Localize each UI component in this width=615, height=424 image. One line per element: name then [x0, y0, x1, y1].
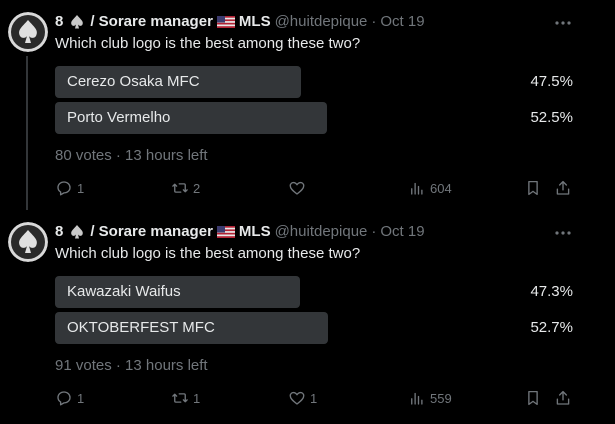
- like-button[interactable]: 1: [288, 388, 317, 408]
- poll-option-label: Porto Vermelho: [67, 109, 171, 126]
- repost-button[interactable]: 1: [171, 388, 200, 408]
- views-button[interactable]: 604: [408, 178, 452, 198]
- repost-count: 2: [193, 180, 201, 196]
- more-options-icon[interactable]: [553, 223, 573, 243]
- separator: ·: [371, 13, 377, 30]
- heart-icon: [289, 391, 305, 405]
- bookmark-button[interactable]: [524, 178, 542, 198]
- poll-question: Which club logo is the best among these …: [55, 35, 361, 52]
- poll-option: Kawazaki Waifus 47.3%: [55, 276, 575, 308]
- reply-icon: [57, 391, 71, 406]
- bookmark-icon: [528, 390, 538, 406]
- author-name-prefix: 8: [55, 223, 64, 240]
- poll-option: Cerezo Osaka MFC 47.5%: [55, 66, 575, 98]
- repost-icon: [172, 393, 188, 403]
- spade-icon: [71, 225, 84, 239]
- like-button[interactable]: [288, 178, 310, 198]
- author-name[interactable]: 8 / Sorare manager MLS: [55, 12, 271, 32]
- view-count: 604: [430, 180, 452, 196]
- reply-button[interactable]: 1: [55, 178, 84, 198]
- author-name-suffix: / Sorare manager: [90, 13, 213, 30]
- author-name-prefix: 8: [55, 13, 64, 30]
- views-button[interactable]: 559: [408, 388, 452, 408]
- timestamp[interactable]: Oct 19: [380, 222, 424, 242]
- bookmark-icon: [528, 180, 538, 196]
- author-name-suffix: / Sorare manager: [90, 223, 213, 240]
- author-handle[interactable]: @huitdepique: [275, 222, 368, 242]
- us-flag-icon: [216, 226, 235, 238]
- thread-line: [26, 56, 28, 210]
- poll-option-percent: 52.5%: [530, 109, 573, 126]
- timestamp[interactable]: Oct 19: [380, 12, 424, 32]
- reply-count: 1: [77, 180, 85, 196]
- heart-icon: [289, 181, 305, 195]
- author-handle[interactable]: @huitdepique: [275, 12, 368, 32]
- share-icon: [556, 390, 570, 405]
- share-icon: [556, 180, 570, 195]
- action-bar: 1 1 1 559: [55, 388, 575, 408]
- tweet-header: 8 / Sorare manager MLS @huitdepique · Oc…: [55, 12, 425, 32]
- like-count: 1: [310, 390, 318, 406]
- poll-option: Porto Vermelho 52.5%: [55, 102, 575, 134]
- author-name-tail: MLS: [238, 13, 271, 30]
- tweet-header: 8 / Sorare manager MLS @huitdepique · Oc…: [55, 222, 425, 242]
- tweet[interactable]: 8 / Sorare manager MLS @huitdepique · Oc…: [0, 0, 615, 210]
- more-options-icon[interactable]: [553, 13, 573, 33]
- author-name-tail: MLS: [238, 223, 271, 240]
- view-count: 559: [430, 390, 452, 406]
- poll-option-label: Kawazaki Waifus: [67, 283, 181, 300]
- tweet[interactable]: 8 / Sorare manager MLS @huitdepique · Oc…: [0, 210, 615, 420]
- avatar[interactable]: [8, 222, 48, 262]
- poll-option-percent: 52.7%: [530, 319, 573, 336]
- reply-count: 1: [77, 390, 85, 406]
- poll-question: Which club logo is the best among these …: [55, 245, 361, 262]
- us-flag-icon: [216, 16, 235, 28]
- share-button[interactable]: [554, 178, 572, 198]
- poll-meta: 91 votes · 13 hours left: [55, 357, 208, 374]
- poll-option-percent: 47.5%: [530, 73, 573, 90]
- analytics-icon: [411, 392, 423, 405]
- poll-meta: 80 votes · 13 hours left: [55, 147, 208, 164]
- repost-count: 1: [193, 390, 201, 406]
- poll-option-label: Cerezo Osaka MFC: [67, 73, 200, 90]
- author-name[interactable]: 8 / Sorare manager MLS: [55, 222, 271, 242]
- bookmark-button[interactable]: [524, 388, 542, 408]
- poll-option-percent: 47.3%: [530, 283, 573, 300]
- analytics-icon: [411, 182, 423, 195]
- action-bar: 1 2 604: [55, 178, 575, 198]
- share-button[interactable]: [554, 388, 572, 408]
- repost-icon: [172, 183, 188, 193]
- reply-button[interactable]: 1: [55, 388, 84, 408]
- avatar[interactable]: [8, 12, 48, 52]
- reply-icon: [57, 181, 71, 196]
- poll-option-label: OKTOBERFEST MFC: [67, 319, 215, 336]
- spade-icon: [71, 15, 84, 29]
- repost-button[interactable]: 2: [171, 178, 200, 198]
- separator: ·: [371, 223, 377, 240]
- poll-option: OKTOBERFEST MFC 52.7%: [55, 312, 575, 344]
